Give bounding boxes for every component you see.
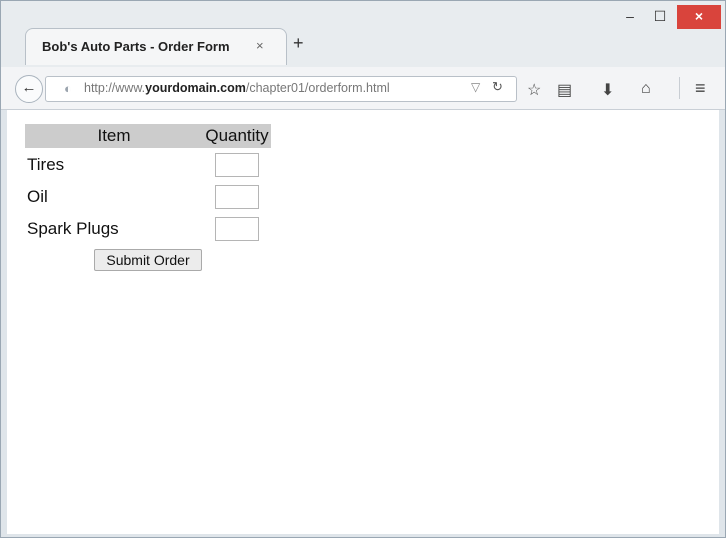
url-text: http://www.yourdomain.com/chapter01/orde… xyxy=(84,81,390,95)
home-icon[interactable]: ⌂ xyxy=(641,80,651,98)
browser-tab[interactable]: Bob's Auto Parts - Order Form × xyxy=(25,28,287,65)
reload-icon[interactable]: ↻ xyxy=(492,79,503,95)
url-bar[interactable]: ◐ http://www.yourdomain.com/chapter01/or… xyxy=(45,76,517,102)
minimize-button[interactable]: ‒ xyxy=(617,5,643,29)
url-dropdown-icon[interactable]: ▽ xyxy=(471,80,480,94)
item-label-tires: Tires xyxy=(27,155,65,174)
bookmark-star-icon[interactable]: ☆ xyxy=(527,80,541,100)
url-path: /chapter01/orderform.html xyxy=(245,81,390,95)
title-bar: Bob's Auto Parts - Order Form × + ‒ ☐ × xyxy=(1,1,725,67)
page-content: Item Quantity Tires Oil Spark Plugs Subm… xyxy=(7,110,719,534)
menu-icon[interactable]: ≡ xyxy=(695,78,706,99)
table-header-row: Item Quantity xyxy=(25,124,271,148)
submit-row: Submit Order xyxy=(25,246,271,272)
quantity-header: Quantity xyxy=(203,124,271,148)
toolbar-separator xyxy=(679,77,680,99)
table-row-oil: Oil xyxy=(25,182,271,212)
navigation-bar: ← ◐ http://www.yourdomain.com/chapter01/… xyxy=(1,67,725,110)
back-arrow-icon[interactable]: ← xyxy=(15,75,43,103)
site-identity-icon[interactable]: ◐ xyxy=(64,81,72,96)
close-window-button[interactable]: × xyxy=(677,5,721,29)
qty-cell xyxy=(203,214,271,244)
browser-window: Bob's Auto Parts - Order Form × + ‒ ☐ × … xyxy=(0,0,726,538)
submit-cell: Submit Order xyxy=(25,246,271,272)
oil-quantity-input[interactable] xyxy=(215,185,259,209)
item-label-spark-plugs: Spark Plugs xyxy=(27,219,119,238)
url-prefix: http://www. xyxy=(84,81,146,95)
new-tab-button[interactable]: + xyxy=(293,33,304,54)
order-table: Item Quantity Tires Oil Spark Plugs Subm… xyxy=(25,122,271,274)
table-row-tires: Tires xyxy=(25,150,271,180)
maximize-button[interactable]: ☐ xyxy=(647,5,673,29)
submit-order-button[interactable]: Submit Order xyxy=(94,249,202,271)
url-domain: yourdomain.com xyxy=(145,81,246,95)
download-icon[interactable]: ⬇ xyxy=(601,80,614,100)
table-row-spark-plugs: Spark Plugs xyxy=(25,214,271,244)
tab-close-icon[interactable]: × xyxy=(256,38,264,53)
qty-cell xyxy=(203,150,271,180)
tires-quantity-input[interactable] xyxy=(215,153,259,177)
item-header: Item xyxy=(25,124,203,148)
item-label-oil: Oil xyxy=(27,187,48,206)
spark-plugs-quantity-input[interactable] xyxy=(215,217,259,241)
tab-title: Bob's Auto Parts - Order Form xyxy=(42,39,230,54)
qty-cell xyxy=(203,182,271,212)
reader-view-icon[interactable]: ▤ xyxy=(557,80,572,100)
